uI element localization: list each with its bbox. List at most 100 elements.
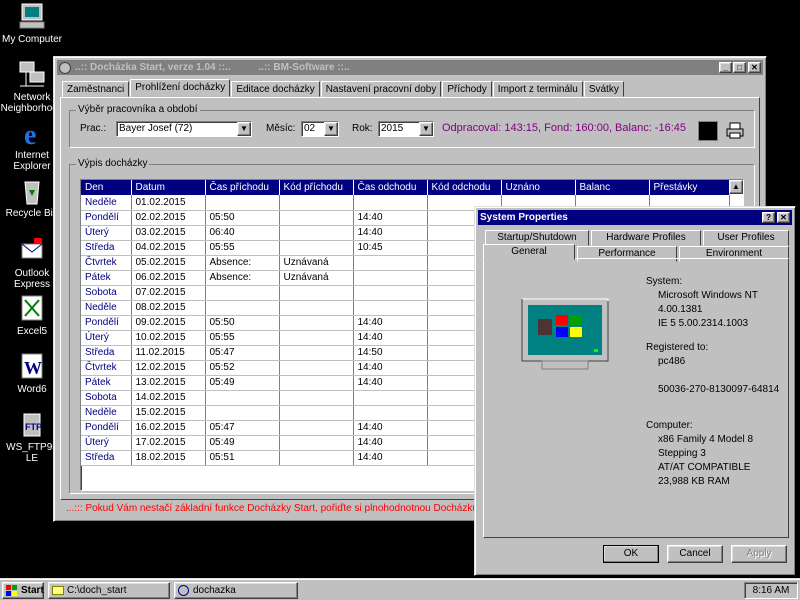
- table-cell[interactable]: Uznávaná: [279, 255, 354, 271]
- day-cell[interactable]: Pondělí: [81, 315, 132, 331]
- table-cell[interactable]: [205, 285, 280, 301]
- table-scrollbar[interactable]: ▲: [729, 180, 743, 194]
- table-cell[interactable]: [279, 390, 354, 406]
- main-titlebar[interactable]: ..:: Docházka Start, verze 1.04 ::.. ..:…: [57, 60, 763, 75]
- cancel-button[interactable]: Cancel: [667, 545, 723, 563]
- chevron-down-icon[interactable]: ▼: [237, 122, 251, 136]
- table-cell[interactable]: 05:49: [205, 435, 280, 451]
- desktop-icon-my-computer[interactable]: My Computer: [0, 2, 64, 45]
- table-cell[interactable]: [279, 375, 354, 391]
- tab-nastaveni[interactable]: Nastavení pracovní doby: [320, 81, 442, 97]
- table-cell[interactable]: [279, 345, 354, 361]
- day-cell[interactable]: Středa: [81, 450, 132, 466]
- table-cell[interactable]: [205, 300, 280, 316]
- tab-zamestnanci[interactable]: Zaměstnanci: [62, 81, 130, 97]
- printer-icon[interactable]: [726, 121, 744, 139]
- table-cell[interactable]: [353, 300, 428, 316]
- column-header[interactable]: Datum: [131, 180, 206, 195]
- column-header[interactable]: Čas příchodu: [205, 180, 280, 195]
- day-cell[interactable]: Pátek: [81, 375, 132, 391]
- tab-prohlizeni[interactable]: Prohlížení docházky: [130, 79, 231, 97]
- table-cell[interactable]: Absence:: [205, 270, 280, 286]
- table-cell[interactable]: 05:52: [205, 360, 280, 376]
- table-cell[interactable]: [279, 450, 354, 466]
- table-cell[interactable]: [205, 195, 280, 211]
- tab-editace[interactable]: Editace docházky: [231, 81, 320, 97]
- table-cell[interactable]: [279, 315, 354, 331]
- table-cell[interactable]: [279, 240, 354, 256]
- table-cell[interactable]: 14:40: [353, 375, 428, 391]
- table-cell[interactable]: [279, 285, 354, 301]
- day-cell[interactable]: Čtvrtek: [81, 360, 132, 376]
- table-cell[interactable]: Absence:: [205, 255, 280, 271]
- table-cell[interactable]: Uznávaná: [279, 270, 354, 286]
- table-cell[interactable]: 05:47: [205, 345, 280, 361]
- day-cell[interactable]: Neděle: [81, 300, 132, 316]
- table-cell[interactable]: 04.02.2015: [131, 240, 206, 256]
- column-header[interactable]: Kód odchodu: [427, 180, 502, 195]
- ok-button[interactable]: OK: [603, 545, 659, 563]
- table-cell[interactable]: 10:45: [353, 240, 428, 256]
- minimize-button[interactable]: _: [719, 62, 732, 73]
- table-cell[interactable]: [279, 195, 354, 211]
- help-button[interactable]: ?: [762, 212, 775, 223]
- table-cell[interactable]: [353, 405, 428, 421]
- table-cell[interactable]: [279, 210, 354, 226]
- task-doch-start[interactable]: C:\doch_start: [48, 582, 170, 599]
- day-cell[interactable]: Sobota: [81, 285, 132, 301]
- close-button[interactable]: ✕: [777, 212, 790, 223]
- table-cell[interactable]: 05:47: [205, 420, 280, 436]
- color-swatch[interactable]: [698, 121, 718, 141]
- table-cell[interactable]: 14:40: [353, 225, 428, 241]
- table-cell[interactable]: 13.02.2015: [131, 375, 206, 391]
- table-cell[interactable]: [279, 360, 354, 376]
- table-cell[interactable]: 14:40: [353, 315, 428, 331]
- table-cell[interactable]: [353, 270, 428, 286]
- table-cell[interactable]: [279, 225, 354, 241]
- chevron-down-icon[interactable]: ▼: [324, 122, 338, 136]
- column-header[interactable]: Přestávky: [649, 180, 730, 195]
- table-cell[interactable]: [353, 285, 428, 301]
- table-cell[interactable]: 02.02.2015: [131, 210, 206, 226]
- table-cell[interactable]: 18.02.2015: [131, 450, 206, 466]
- column-header[interactable]: Balanc: [575, 180, 650, 195]
- chevron-down-icon[interactable]: ▼: [419, 122, 433, 136]
- day-cell[interactable]: Pondělí: [81, 420, 132, 436]
- table-cell[interactable]: [279, 330, 354, 346]
- table-cell[interactable]: 09.02.2015: [131, 315, 206, 331]
- tab-hardware-profiles[interactable]: Hardware Profiles: [591, 230, 701, 246]
- table-cell[interactable]: 14:50: [353, 345, 428, 361]
- table-cell[interactable]: 06.02.2015: [131, 270, 206, 286]
- day-cell[interactable]: Úterý: [81, 330, 132, 346]
- table-cell[interactable]: [353, 255, 428, 271]
- table-cell[interactable]: [353, 390, 428, 406]
- table-cell[interactable]: 14:40: [353, 330, 428, 346]
- table-cell[interactable]: 17.02.2015: [131, 435, 206, 451]
- table-cell[interactable]: [279, 420, 354, 436]
- table-cell[interactable]: 05:49: [205, 375, 280, 391]
- day-cell[interactable]: Sobota: [81, 390, 132, 406]
- table-cell[interactable]: 14:40: [353, 420, 428, 436]
- task-dochazka[interactable]: dochazka: [174, 582, 298, 599]
- column-header[interactable]: Kód příchodu: [279, 180, 354, 195]
- table-cell[interactable]: 06:40: [205, 225, 280, 241]
- close-button[interactable]: ✕: [748, 62, 761, 73]
- tab-general[interactable]: General: [483, 244, 575, 260]
- table-cell[interactable]: 14.02.2015: [131, 390, 206, 406]
- tab-svatky[interactable]: Svátky: [583, 81, 624, 97]
- table-cell[interactable]: 16.02.2015: [131, 420, 206, 436]
- year-select[interactable]: 2015 ▼: [378, 121, 434, 137]
- day-cell[interactable]: Úterý: [81, 435, 132, 451]
- start-button[interactable]: Start: [2, 582, 44, 599]
- table-cell[interactable]: 10.02.2015: [131, 330, 206, 346]
- table-cell[interactable]: [205, 405, 280, 421]
- tab-user-profiles[interactable]: User Profiles: [703, 230, 789, 246]
- day-cell[interactable]: Čtvrtek: [81, 255, 132, 271]
- table-cell[interactable]: [279, 435, 354, 451]
- table-cell[interactable]: [279, 405, 354, 421]
- day-cell[interactable]: Úterý: [81, 225, 132, 241]
- tab-prichody[interactable]: Příchody: [442, 81, 492, 97]
- table-cell[interactable]: 05:50: [205, 315, 280, 331]
- column-header[interactable]: Čas odchodu: [353, 180, 428, 195]
- day-cell[interactable]: Pátek: [81, 270, 132, 286]
